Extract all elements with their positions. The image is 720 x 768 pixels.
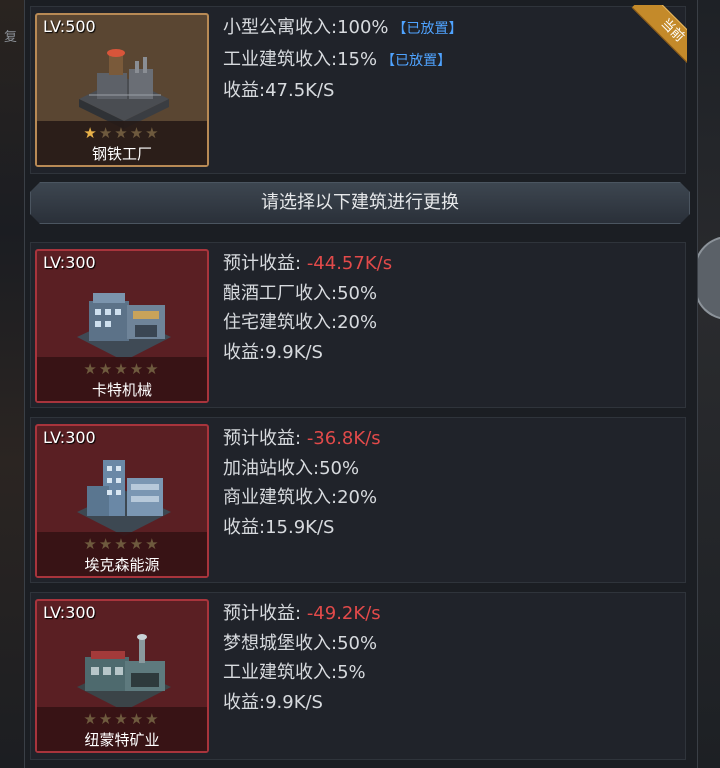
name-strip: ★★★★★ 纽蒙特矿业 [37, 707, 207, 751]
star-rating: ★★★★★ [37, 710, 207, 728]
forecast-value: -36.8K/s [306, 428, 381, 449]
building-name: 卡特机械 [91, 381, 152, 399]
star-icon: ★ [114, 535, 130, 553]
star-icon: ★ [83, 535, 99, 553]
building-name: 埃克森能源 [84, 556, 160, 574]
star-icon: ★ [114, 710, 130, 728]
name-strip: ★★★★★ 卡特机械 [37, 357, 207, 401]
stat-line: 商业建筑收入:20% [223, 487, 378, 508]
building-portrait: LV:300 ★★★★★ 纽蒙特矿业 [35, 599, 209, 753]
star-icon: ★ [114, 124, 130, 142]
candidate-card[interactable]: LV:300 ★★★★★ 卡特机械 预计收益: -44.57K/s 酿酒工厂收入… [30, 242, 686, 408]
star-icon: ★ [83, 710, 99, 728]
candidate-stats: 预计收益: -36.8K/s 加油站收入:50% 商业建筑收入:20% 收益:1… [223, 424, 381, 542]
star-icon: ★ [98, 710, 115, 728]
level-label: LV:300 [43, 253, 96, 272]
level-label: LV:500 [43, 17, 96, 36]
star-icon: ★ [98, 360, 115, 378]
candidate-stats: 预计收益: -44.57K/s 酿酒工厂收入:50% 住宅建筑收入:20% 收益… [223, 249, 392, 367]
forecast-line: 预计收益: -44.57K/s [223, 253, 393, 274]
income-line: 收益:47.5K/S [223, 80, 335, 101]
stat-line: 梦想城堡收入:50% [223, 632, 378, 654]
building-name: 钢铁工厂 [91, 145, 152, 163]
income-line: 收益:15.9K/S [223, 516, 335, 538]
stat-line: 工业建筑收入:5% [223, 662, 366, 683]
star-icon: ★ [129, 124, 146, 142]
steel-factory-icon [79, 49, 169, 129]
building-portrait: LV:300 ★★★★★ 埃克森能源 [35, 424, 209, 578]
stat-line: 加油站收入:50% [223, 457, 360, 479]
candidate-stats: 预计收益: -49.2K/s 梦想城堡收入:50% 工业建筑收入:5% 收益:9… [223, 599, 381, 717]
building-portrait: LV:500 ★★★★★ 钢铁工厂 [35, 13, 209, 167]
stat-line: 住宅建筑收入:20% [223, 312, 378, 333]
background-right-scenery [696, 0, 720, 768]
star-icon: ★ [145, 710, 161, 728]
background-left-text: 复 [4, 30, 18, 45]
current-badge-label: 当前 [631, 5, 687, 69]
star-rating: ★★★★★ [37, 360, 207, 378]
forecast-line: 预计收益: -36.8K/s [223, 428, 381, 449]
name-strip: ★★★★★ 埃克森能源 [37, 532, 207, 576]
star-icon: ★ [129, 710, 146, 728]
stat-line: 小型公寓收入:100% 【已放置】 [223, 17, 463, 38]
star-rating: ★★★★★ [37, 535, 207, 553]
forecast-value: -44.57K/s [306, 253, 393, 274]
forecast-value: -49.2K/s [306, 603, 381, 624]
star-icon: ★ [145, 360, 161, 378]
building-name: 纽蒙特矿业 [84, 731, 160, 749]
mining-building-icon [77, 634, 171, 711]
current-building-card: LV:500 ★★★★★ 钢铁工厂 小型公寓收入:100% 【已放置】 工业建筑收… [30, 5, 687, 174]
stat-line: 酿酒工厂收入:50% [223, 282, 378, 304]
select-prompt-bar: 请选择以下建筑进行更换 [30, 182, 690, 224]
star-icon: ★ [145, 535, 161, 553]
star-icon: ★ [145, 124, 161, 142]
star-icon: ★ [114, 360, 130, 378]
background-left-scenery [0, 0, 24, 768]
placed-tag: 【已放置】 [392, 21, 463, 37]
candidate-card[interactable]: LV:300 ★★★★★ 纽蒙特矿业 预计收益: -49.2K/s 梦想城堡收入… [30, 592, 686, 760]
star-icon: ★ [129, 535, 146, 553]
income-line: 收益:9.9K/S [223, 341, 323, 363]
current-building-stats: 小型公寓收入:100% 【已放置】 工业建筑收入:15% 【已放置】 收益:47.5… [223, 13, 463, 106]
level-label: LV:300 [43, 428, 96, 447]
placed-tag: 【已放置】 [381, 52, 452, 69]
star-icon: ★ [129, 360, 146, 378]
current-badge: 当前 [623, 5, 687, 69]
name-strip: ★★★★★ 钢铁工厂 [37, 121, 207, 165]
star-icon: ★ [83, 360, 99, 378]
star-rating: ★★★★★ [37, 124, 207, 142]
building-portrait: LV:300 ★★★★★ 卡特机械 [35, 249, 209, 403]
income-line: 收益:9.9K/S [223, 691, 323, 713]
level-label: LV:300 [43, 603, 96, 622]
energy-building-icon [77, 460, 171, 536]
forecast-line: 预计收益: -49.2K/s [223, 603, 381, 624]
machinery-building-icon [77, 293, 171, 361]
candidate-card[interactable]: LV:300 ★★★★★ 埃克森能源 预计收益: -36.8K/s 加油站收入:… [30, 417, 686, 583]
star-icon: ★ [83, 124, 99, 142]
select-prompt-label: 请选择以下建筑进行更换 [261, 192, 459, 213]
star-icon: ★ [98, 535, 115, 553]
stat-line: 工业建筑收入:15% 【已放置】 [223, 48, 452, 70]
star-icon: ★ [98, 124, 115, 142]
